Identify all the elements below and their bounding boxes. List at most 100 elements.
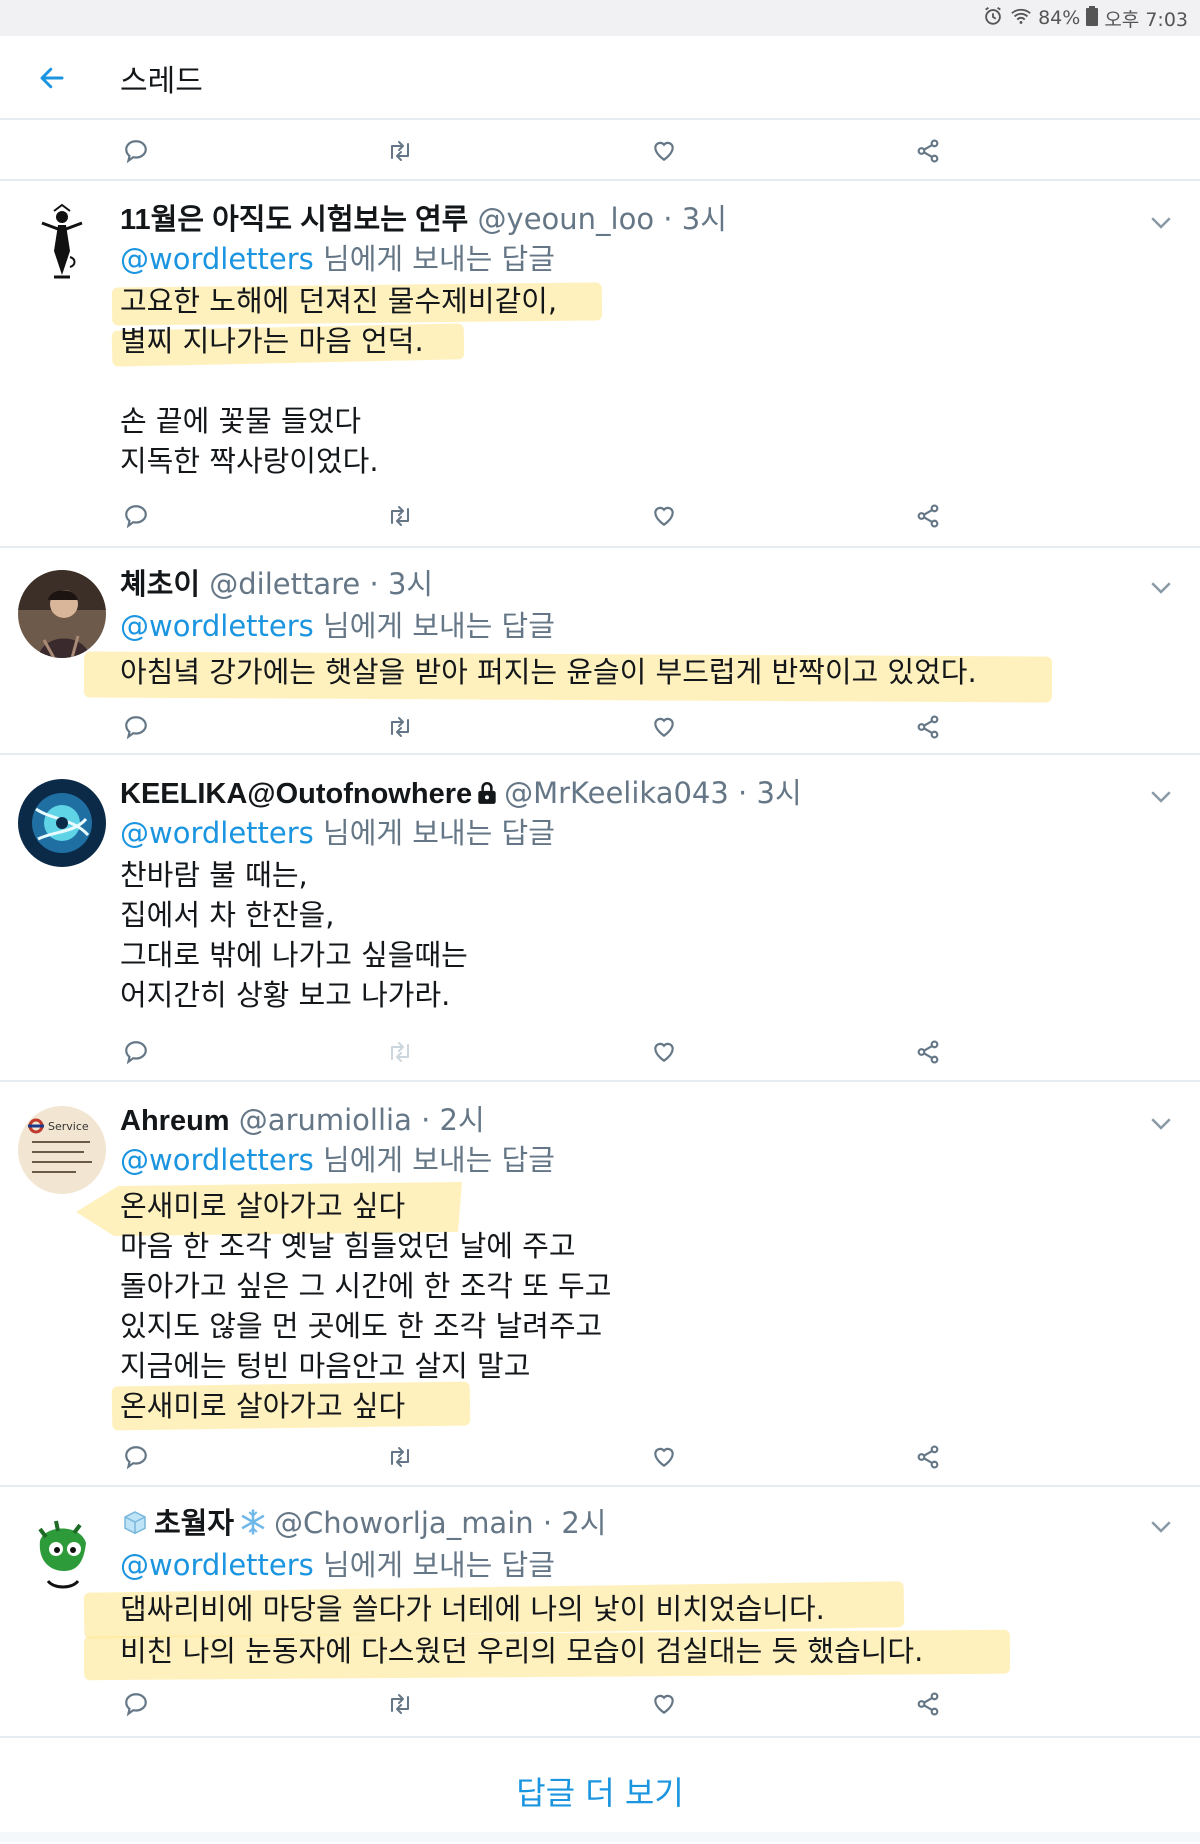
- mention-link[interactable]: @wordletters: [120, 1548, 314, 1582]
- reply-icon: [125, 1693, 147, 1717]
- snowflake-icon: [241, 1509, 265, 1535]
- reply-icon: [125, 716, 147, 740]
- tweet-card[interactable]: KEELIKA@Outofnowhere @MrKeelika043 · 3시 @…: [0, 755, 1200, 1080]
- like-button[interactable]: [647, 1687, 681, 1721]
- retweet-disabled-icon: [391, 1042, 409, 1062]
- reply-context: 님에게 보내는 답글: [323, 609, 555, 643]
- avatar[interactable]: [18, 201, 106, 289]
- user-handle[interactable]: @dilettare: [209, 567, 360, 601]
- battery-icon: [1086, 5, 1099, 31]
- tweet-actions: [0, 1027, 1200, 1077]
- retweet-button[interactable]: [383, 134, 417, 168]
- reply-context: 님에게 보내는 답글: [323, 242, 555, 276]
- retweet-button[interactable]: [383, 499, 417, 533]
- back-button[interactable]: [30, 56, 74, 100]
- user-handle[interactable]: @MrKeelika043: [504, 776, 729, 810]
- tweet-time: 2시: [439, 1103, 485, 1137]
- share-button[interactable]: [911, 134, 945, 168]
- more-replies-bar: 답글 더 보기: [0, 1736, 1200, 1844]
- retweet-button[interactable]: [383, 1687, 417, 1721]
- like-button[interactable]: [647, 710, 681, 744]
- tweet-text-line: 마음 한 조각 옛날 힘들었던 날에 주고: [120, 1229, 576, 1263]
- tweet-text-line: 집에서 차 한잔을,: [120, 898, 335, 932]
- like-button[interactable]: [647, 1035, 681, 1069]
- reply-icon: [125, 1041, 147, 1065]
- chevron-down-icon[interactable]: [1146, 572, 1176, 602]
- tweet-actions: [0, 1679, 1200, 1729]
- clock-time: 오후 7:03: [1104, 8, 1188, 31]
- avatar[interactable]: [18, 570, 106, 658]
- retweet-button[interactable]: [383, 710, 417, 744]
- avatar[interactable]: [18, 1511, 106, 1599]
- share-icon: [917, 504, 939, 528]
- share-button[interactable]: [911, 499, 945, 533]
- tweet-text-line: 온새미로 살아가고 싶다: [120, 1389, 406, 1423]
- share-button[interactable]: [911, 1687, 945, 1721]
- chevron-down-icon[interactable]: [1146, 781, 1176, 811]
- tweet-actions: [0, 1432, 1200, 1482]
- tweet-text-line: 비친 나의 눈동자에 다스웠던 우리의 모습이 검실대는 듯 했습니다.: [120, 1634, 924, 1668]
- app-bar: 스레드: [0, 36, 1200, 120]
- share-button[interactable]: [911, 1035, 945, 1069]
- retweet-icon: [391, 1447, 409, 1467]
- retweet-button: [383, 1035, 417, 1069]
- like-button[interactable]: [647, 1440, 681, 1474]
- avatar[interactable]: Service: [18, 1106, 106, 1194]
- chevron-down-icon[interactable]: [1146, 207, 1176, 237]
- reply-button[interactable]: [119, 499, 153, 533]
- show-more-replies-button[interactable]: 답글 더 보기: [0, 1768, 1200, 1814]
- display-name[interactable]: Ahreum: [120, 1105, 230, 1137]
- chevron-down-icon[interactable]: [1146, 1108, 1176, 1138]
- user-handle[interactable]: @yeoun_loo: [478, 202, 655, 236]
- retweet-icon: [391, 1694, 409, 1714]
- mention-link[interactable]: @wordletters: [120, 242, 314, 276]
- share-icon: [917, 1040, 939, 1064]
- tweet-text-line: 댑싸리비에 마당을 쓸다가 너테에 나의 낯이 비치었습니다.: [120, 1592, 825, 1626]
- retweet-button[interactable]: [383, 1440, 417, 1474]
- like-button[interactable]: [647, 134, 681, 168]
- display-name[interactable]: 11월은 아직도 시험보는 연루: [120, 204, 468, 236]
- reply-button[interactable]: [119, 134, 153, 168]
- reply-button[interactable]: [119, 1687, 153, 1721]
- display-name[interactable]: 초월자: [154, 1508, 234, 1540]
- tweet-text-line: 어지간히 상황 보고 나가라.: [120, 978, 451, 1012]
- tweet-card[interactable]: 쳬초이 @dilettare · 3시 @wordletters 님에게 보내는…: [0, 548, 1200, 753]
- reply-button[interactable]: [119, 1035, 153, 1069]
- heart-icon: [654, 1447, 674, 1467]
- share-button[interactable]: [911, 1440, 945, 1474]
- tweet-text-line: 지금에는 텅빈 마음안고 살지 말고: [120, 1349, 531, 1383]
- tweet-card[interactable]: 11월은 아직도 시험보는 연루 @yeoun_loo · 3시 @wordle…: [0, 181, 1200, 546]
- reply-icon: [125, 505, 147, 529]
- chevron-down-icon[interactable]: [1146, 1511, 1176, 1541]
- tweet-card[interactable]: 초월자 @Choworlja_main · 2시 @wordletters 님에게…: [0, 1487, 1200, 1736]
- lock-icon: [478, 781, 496, 804]
- tweet-actions: [0, 702, 1200, 752]
- tweet-text-line: 온새미로 살아가고 싶다: [120, 1189, 406, 1223]
- display-name[interactable]: KEELIKA@Outofnowhere: [120, 778, 472, 810]
- reply-button[interactable]: [119, 1440, 153, 1474]
- mention-link[interactable]: @wordletters: [120, 816, 314, 850]
- avatar[interactable]: [18, 779, 106, 867]
- ice-cube-icon: [124, 1511, 146, 1535]
- share-icon: [917, 1445, 939, 1469]
- page-title: 스레드: [120, 64, 203, 99]
- svg-text:Service: Service: [48, 1120, 89, 1133]
- time-separator: ·: [360, 567, 388, 601]
- user-handle[interactable]: @Choworlja_main: [274, 1506, 534, 1540]
- tweet-text-line: 그대로 밖에 나가고 싶을때는: [120, 938, 468, 972]
- user-handle[interactable]: @arumiollia: [239, 1103, 412, 1137]
- mention-link[interactable]: @wordletters: [120, 609, 314, 643]
- status-bar: 84% 오후 7:03: [0, 0, 1200, 36]
- heart-icon: [654, 1042, 674, 1062]
- retweet-icon: [391, 141, 409, 161]
- mention-link[interactable]: @wordletters: [120, 1143, 314, 1177]
- tweet-time: 3시: [756, 776, 802, 810]
- battery-percent: 84%: [1038, 7, 1081, 29]
- share-button[interactable]: [911, 710, 945, 744]
- like-button[interactable]: [647, 499, 681, 533]
- reply-button[interactable]: [119, 710, 153, 744]
- tweet-time: 3시: [681, 202, 727, 236]
- time-separator: ·: [411, 1103, 440, 1137]
- display-name[interactable]: 쳬초이: [120, 569, 200, 601]
- tweet-card[interactable]: Service Ahreum @arumiollia · 2시 @wordlet…: [0, 1082, 1200, 1485]
